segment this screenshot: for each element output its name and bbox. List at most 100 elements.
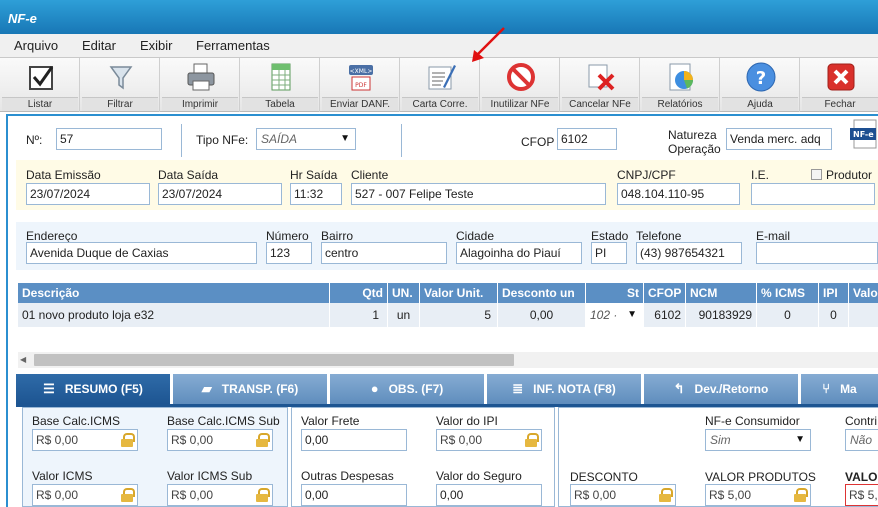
nfe-logo-text: NF-e <box>853 130 874 139</box>
cliente-field[interactable]: 527 - 007 Felipe Teste <box>351 183 606 205</box>
nfe-consumidor-value: Sim <box>710 433 731 447</box>
estado-field[interactable]: PI <box>591 242 627 264</box>
scrollbar-thumb[interactable] <box>34 354 514 366</box>
nfe-logo: NF-e <box>846 118 878 154</box>
col-st[interactable]: St <box>586 283 644 303</box>
listar-button[interactable]: Listar <box>1 58 80 112</box>
valor-frete-field[interactable]: 0,00 <box>301 429 407 451</box>
data-saida-field[interactable]: 23/07/2024 <box>158 183 282 205</box>
natureza-label: Natureza <box>668 128 717 142</box>
relatorios-label: Relatórios <box>642 97 718 111</box>
return-arrow-icon: ↰ <box>673 381 685 396</box>
base-icms-sub-label: Base Calc.ICMS Sub <box>167 414 280 428</box>
relatorios-button[interactable]: Relatórios <box>641 58 720 112</box>
valor-seguro-field[interactable]: 0,00 <box>436 484 542 506</box>
valor-total-field[interactable]: R$ 5, <box>845 484 878 506</box>
tab-ma[interactable]: ⑂ Ma <box>801 374 878 404</box>
tipo-nfe-label: Tipo NFe: <box>196 133 249 147</box>
col-icms[interactable]: % ICMS <box>757 283 819 303</box>
tab-inf-nota-label: INF. NOTA (F8) <box>533 382 616 396</box>
base-icms-label: Base Calc.ICMS <box>32 414 121 428</box>
contribuinte-value: Não <box>850 433 873 447</box>
menu-exibir[interactable]: Exibir <box>140 38 173 53</box>
tab-resumo[interactable]: ☰ RESUMO (F5) <box>16 374 172 404</box>
col-valor[interactable]: Valo <box>849 283 878 303</box>
tab-dev-retorno[interactable]: ↰ Dev./Retorno <box>644 374 800 404</box>
contribuinte-select[interactable]: Não <box>845 429 878 451</box>
nfe-consumidor-label: NF-e Consumidor <box>705 414 800 428</box>
ajuda-button[interactable]: ? Ajuda <box>721 58 800 112</box>
valor-total-label: VALO <box>845 470 878 484</box>
tab-obs[interactable]: ● OBS. (F7) <box>330 374 486 404</box>
numero-endereco-field[interactable]: 123 <box>266 242 312 264</box>
inutilizar-nfe-button[interactable]: Inutilizar NFe <box>481 58 560 112</box>
telefone-field[interactable]: (43) 987654321 <box>636 242 742 264</box>
menu-arquivo[interactable]: Arquivo <box>14 38 58 53</box>
toolbar: Listar Filtrar Imprimir Tabela <XML> PDF … <box>0 58 878 112</box>
numero-field[interactable]: 57 <box>56 128 162 150</box>
cell-valor-unit: 5 <box>420 303 498 327</box>
col-qtd[interactable]: Qtd <box>330 283 388 303</box>
cell-ncm: 90183929 <box>686 303 757 327</box>
numero-endereco-label: Número <box>266 229 309 243</box>
enviar-danf-button[interactable]: <XML> PDF Enviar DANF. <box>321 58 400 112</box>
fechar-label: Fechar <box>802 97 878 111</box>
listar-label: Listar <box>2 97 78 111</box>
bairro-label: Bairro <box>321 229 354 243</box>
valor-ipi-label: Valor do IPI <box>436 414 498 428</box>
col-valor-unit[interactable]: Valor Unit. <box>420 283 498 303</box>
cidade-field[interactable]: Alagoinha do Piauí <box>456 242 582 264</box>
email-field[interactable] <box>756 242 878 264</box>
fechar-button[interactable]: Fechar <box>801 58 878 112</box>
menu-bar: Arquivo Editar Exibir Ferramentas <box>0 34 878 58</box>
tipo-nfe-value: SAÍDA <box>261 132 298 146</box>
operacao-label: Operação <box>668 142 721 156</box>
scroll-left-icon[interactable]: ◀ <box>20 355 26 364</box>
hr-saida-label: Hr Saída <box>290 168 338 182</box>
outras-despesas-field[interactable]: 0,00 <box>301 484 407 506</box>
tab-bar: ☰ RESUMO (F5) ▰ TRANSP. (F6) ● OBS. (F7) ≣ I… <box>16 374 878 404</box>
cell-st-select[interactable]: 102 · ▼ <box>586 303 644 327</box>
col-ncm[interactable]: NCM <box>686 283 757 303</box>
col-ipi[interactable]: IPI <box>819 283 849 303</box>
endereco-field[interactable]: Avenida Duque de Caxias <box>26 242 257 264</box>
printer-icon <box>187 63 215 91</box>
tab-transp[interactable]: ▰ TRANSP. (F6) <box>173 374 329 404</box>
tabela-button[interactable]: Tabela <box>241 58 320 112</box>
menu-editar[interactable]: Editar <box>82 38 116 53</box>
bairro-field[interactable]: centro <box>321 242 447 264</box>
ie-field[interactable] <box>751 183 875 205</box>
produtor-checkbox[interactable] <box>811 169 822 180</box>
table-row[interactable]: 01 novo produto loja e32 1 un 5 0,00 102… <box>18 303 878 327</box>
chevron-down-icon: ▼ <box>795 434 805 445</box>
tipo-nfe-select[interactable]: SAÍDA ▼ <box>256 128 356 150</box>
horizontal-scrollbar[interactable]: ◀ <box>18 352 878 368</box>
cell-st-value: 102 · <box>590 308 618 322</box>
valor-icms-sub-label: Valor ICMS Sub <box>167 469 253 483</box>
hr-saida-field[interactable]: 11:32 <box>290 183 342 205</box>
data-saida-label: Data Saída <box>158 168 219 182</box>
natureza-operacao-field[interactable]: Venda merc. adq <box>726 128 832 150</box>
carta-correcao-label: Carta Corre. <box>402 97 478 111</box>
col-cfop[interactable]: CFOP <box>644 283 686 303</box>
carta-correcao-button[interactable]: Carta Corre. <box>401 58 480 112</box>
cell-qtd: 1 <box>330 303 388 327</box>
lock-icon <box>121 433 135 447</box>
imprimir-button[interactable]: Imprimir <box>161 58 240 112</box>
tab-obs-label: OBS. (F7) <box>388 382 444 396</box>
col-descricao[interactable]: Descrição <box>18 283 330 303</box>
cnpj-field[interactable]: 048.104.110-95 <box>617 183 740 205</box>
tab-ma-label: Ma <box>840 382 857 396</box>
col-un[interactable]: UN. <box>388 283 420 303</box>
col-desconto[interactable]: Desconto un <box>498 283 586 303</box>
data-emissao-field[interactable]: 23/07/2024 <box>26 183 150 205</box>
tab-inf-nota[interactable]: ≣ INF. NOTA (F8) <box>487 374 643 404</box>
cancelar-nfe-button[interactable]: Cancelar NFe <box>561 58 640 112</box>
checkbox-icon <box>29 66 54 90</box>
tab-transp-label: TRANSP. (F6) <box>221 382 299 396</box>
filtrar-button[interactable]: Filtrar <box>81 58 160 112</box>
nfe-consumidor-select[interactable]: Sim ▼ <box>705 429 811 451</box>
pie-chart-icon <box>669 63 693 91</box>
cfop-field[interactable]: 6102 <box>557 128 617 150</box>
menu-ferramentas[interactable]: Ferramentas <box>196 38 270 53</box>
